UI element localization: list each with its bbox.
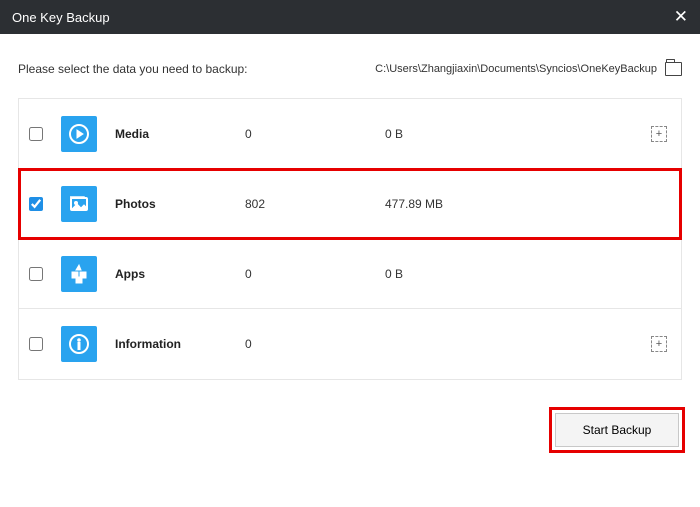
info-icon	[61, 326, 97, 362]
checkbox-media[interactable]	[29, 127, 43, 141]
category-list: Media 0 0 B + Photos 802 477.89 MB Apps …	[18, 98, 682, 380]
checkbox-photos[interactable]	[29, 197, 43, 211]
add-media-button[interactable]: +	[651, 126, 667, 142]
titlebar: One Key Backup ✕	[0, 0, 700, 34]
photos-icon	[61, 186, 97, 222]
row-photos: Photos 802 477.89 MB	[19, 169, 681, 239]
row-media: Media 0 0 B +	[19, 99, 681, 169]
size-media: 0 B	[385, 127, 651, 141]
close-icon[interactable]: ✕	[674, 7, 688, 27]
apps-icon	[61, 256, 97, 292]
label-media: Media	[115, 127, 245, 141]
count-information: 0	[245, 337, 385, 351]
prompt-text: Please select the data you need to backu…	[18, 62, 248, 76]
count-media: 0	[245, 127, 385, 141]
label-photos: Photos	[115, 197, 245, 211]
size-apps: 0 B	[385, 267, 667, 281]
label-apps: Apps	[115, 267, 245, 281]
start-backup-button[interactable]: Start Backup	[555, 413, 679, 447]
row-information: Information 0 +	[19, 309, 681, 379]
backup-path: C:\Users\Zhangjiaxin\Documents\Syncios\O…	[375, 63, 657, 75]
row-apps: Apps 0 0 B	[19, 239, 681, 309]
label-information: Information	[115, 337, 245, 351]
count-apps: 0	[245, 267, 385, 281]
media-icon	[61, 116, 97, 152]
start-backup-highlight: Start Backup	[552, 410, 682, 450]
count-photos: 802	[245, 197, 385, 211]
checkbox-information[interactable]	[29, 337, 43, 351]
checkbox-apps[interactable]	[29, 267, 43, 281]
size-photos: 477.89 MB	[385, 197, 667, 211]
add-information-button[interactable]: +	[651, 336, 667, 352]
window-title: One Key Backup	[12, 10, 110, 25]
folder-icon[interactable]	[665, 62, 682, 76]
